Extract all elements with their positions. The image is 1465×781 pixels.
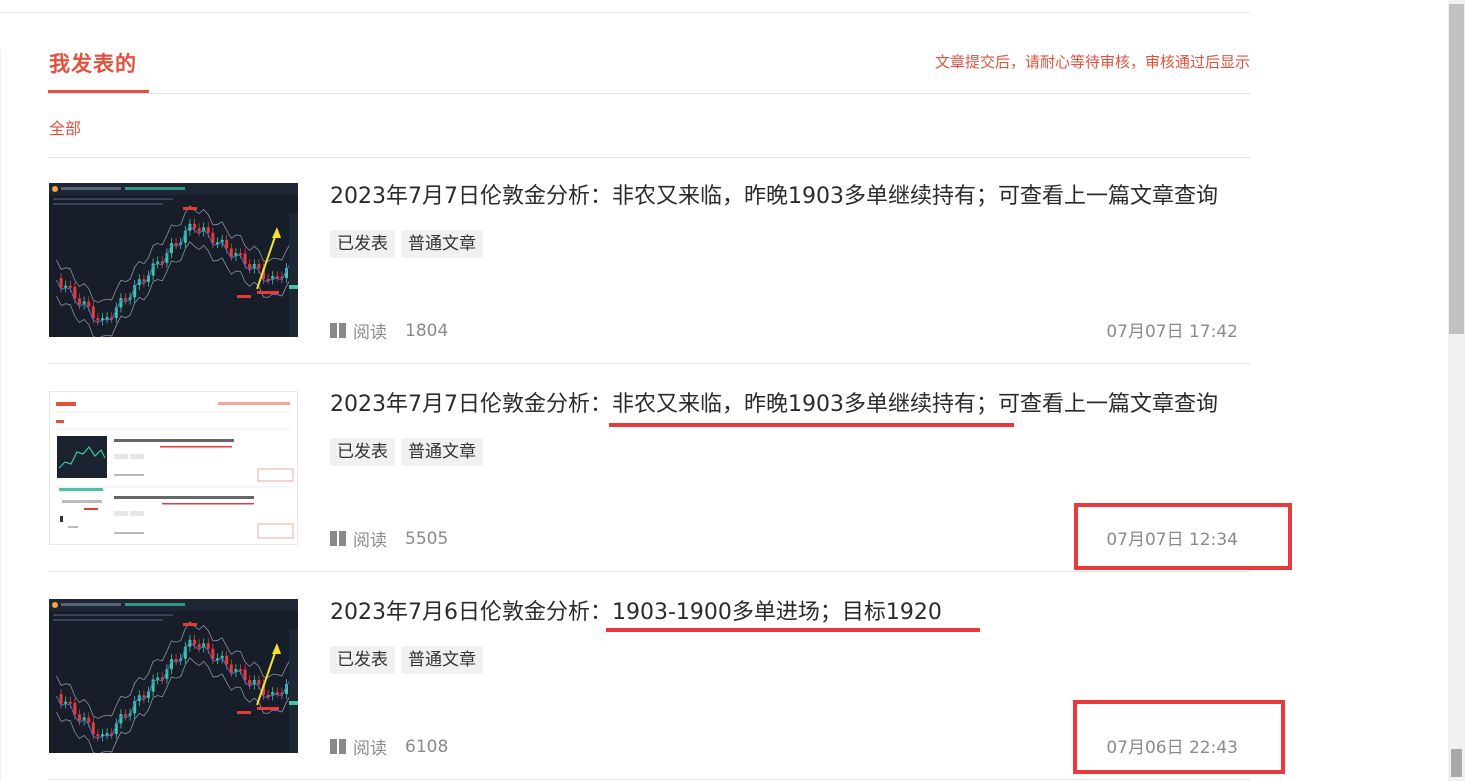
article-title[interactable]: 2023年7月6日伦敦金分析：1903-1900多单进场；目标1920 bbox=[330, 594, 942, 626]
top-divider bbox=[0, 12, 1250, 13]
screenshot-thumbnail-image bbox=[50, 392, 297, 544]
annotation-underline bbox=[609, 423, 1014, 427]
candlestick-chart-image bbox=[49, 599, 298, 753]
read-label: 阅读 bbox=[353, 739, 387, 759]
article-title[interactable]: 2023年7月7日伦敦金分析：非农又来临，昨晚1903多单继续持有；可查看上一篇… bbox=[330, 386, 1218, 418]
header-divider bbox=[48, 93, 1250, 94]
article-item[interactable]: 2023年7月7日伦敦金分析：非农又来临，昨晚1903多单继续持有；可查看上一篇… bbox=[48, 365, 1250, 572]
filter-all[interactable]: 全部 bbox=[49, 115, 81, 139]
article-item[interactable]: 2023年7月7日伦敦金分析：非农又来临，昨晚1903多单继续持有；可查看上一篇… bbox=[48, 157, 1250, 364]
status-tag: 已发表 bbox=[330, 230, 395, 258]
candlestick-chart-image bbox=[49, 183, 298, 337]
annotation-box bbox=[1074, 503, 1292, 570]
read-stats: 阅读 6108 bbox=[330, 734, 448, 759]
read-count: 5505 bbox=[405, 528, 449, 549]
type-tag: 普通文章 bbox=[401, 230, 483, 258]
read-label: 阅读 bbox=[353, 323, 387, 343]
article-thumbnail[interactable] bbox=[49, 599, 298, 753]
read-count: 6108 bbox=[405, 736, 449, 757]
annotation-underline bbox=[606, 628, 980, 632]
read-stats: 阅读 5505 bbox=[330, 526, 448, 551]
article-tags: 已发表 普通文章 bbox=[330, 230, 483, 258]
read-stats: 阅读 1804 bbox=[330, 318, 448, 343]
left-edge bbox=[0, 50, 1, 781]
article-tags: 已发表 普通文章 bbox=[330, 646, 483, 674]
status-tag: 已发表 bbox=[330, 646, 395, 674]
annotation-box bbox=[1073, 700, 1285, 774]
publish-date: 07月07日 17:42 bbox=[1106, 322, 1238, 342]
article-thumbnail[interactable] bbox=[49, 391, 298, 545]
tab-my-published[interactable]: 我发表的 bbox=[49, 48, 137, 78]
article-item[interactable]: 2023年7月6日伦敦金分析：1903-1900多单进场；目标1920 已发表 … bbox=[48, 573, 1250, 780]
book-icon bbox=[330, 739, 347, 754]
book-icon bbox=[330, 531, 347, 546]
type-tag: 普通文章 bbox=[401, 646, 483, 674]
article-thumbnail[interactable] bbox=[49, 183, 298, 337]
scrollbar-thumb[interactable] bbox=[1449, 4, 1464, 334]
read-label: 阅读 bbox=[353, 531, 387, 551]
review-notice: 文章提交后，请耐心等待审核，审核通过后显示 bbox=[934, 53, 1250, 71]
book-icon bbox=[330, 323, 347, 338]
status-tag: 已发表 bbox=[330, 438, 395, 466]
read-count: 1804 bbox=[405, 320, 449, 341]
article-title[interactable]: 2023年7月7日伦敦金分析：非农又来临，昨晚1903多单继续持有；可查看上一篇… bbox=[330, 178, 1218, 210]
type-tag: 普通文章 bbox=[401, 438, 483, 466]
article-tags: 已发表 普通文章 bbox=[330, 438, 483, 466]
scrollbar-down-handle[interactable] bbox=[1451, 749, 1462, 777]
